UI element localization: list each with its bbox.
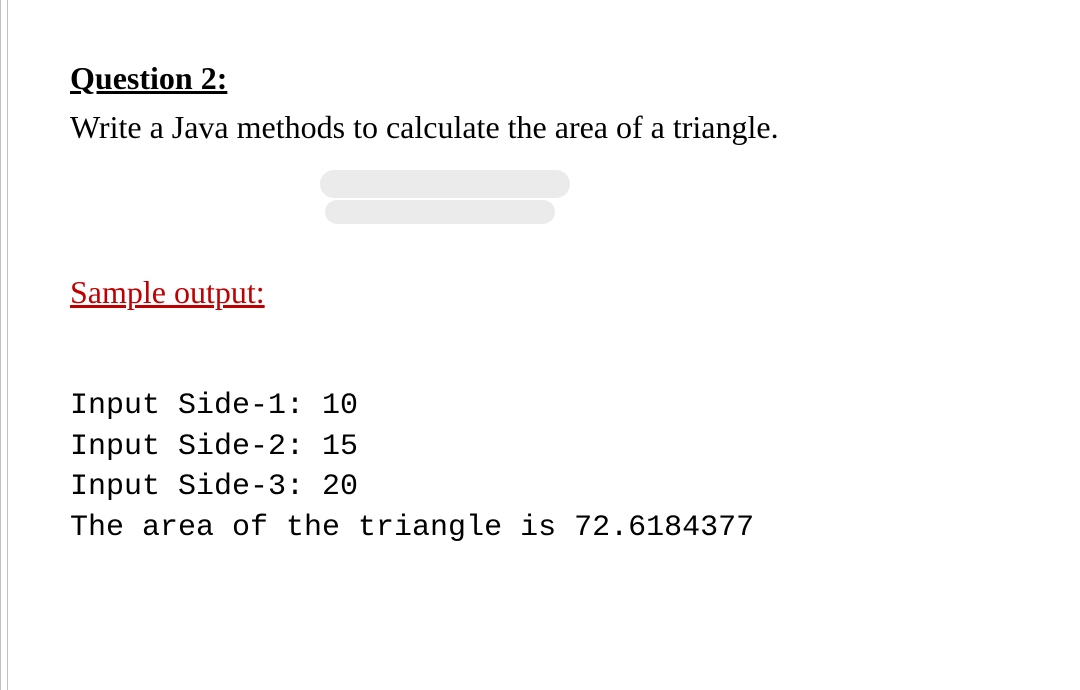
redaction-bar <box>325 200 555 224</box>
output-line: Input Side-1: 10 <box>70 389 358 423</box>
question-text: Write a Java methods to calculate the ar… <box>70 105 1010 150</box>
output-line: Input Side-2: 15 <box>70 430 358 464</box>
output-line: Input Side-3: 20 <box>70 470 358 504</box>
sample-output-heading: Sample output: <box>70 274 1010 311</box>
question-heading: Question 2: <box>70 60 1010 97</box>
redaction-bar <box>320 170 570 198</box>
output-line: The area of the triangle is 72.6184377 <box>70 511 754 545</box>
sample-output-code: Input Side-1: 10 Input Side-2: 15 Input … <box>70 346 1010 549</box>
page-left-border <box>0 0 8 690</box>
redaction-area <box>310 170 1010 224</box>
